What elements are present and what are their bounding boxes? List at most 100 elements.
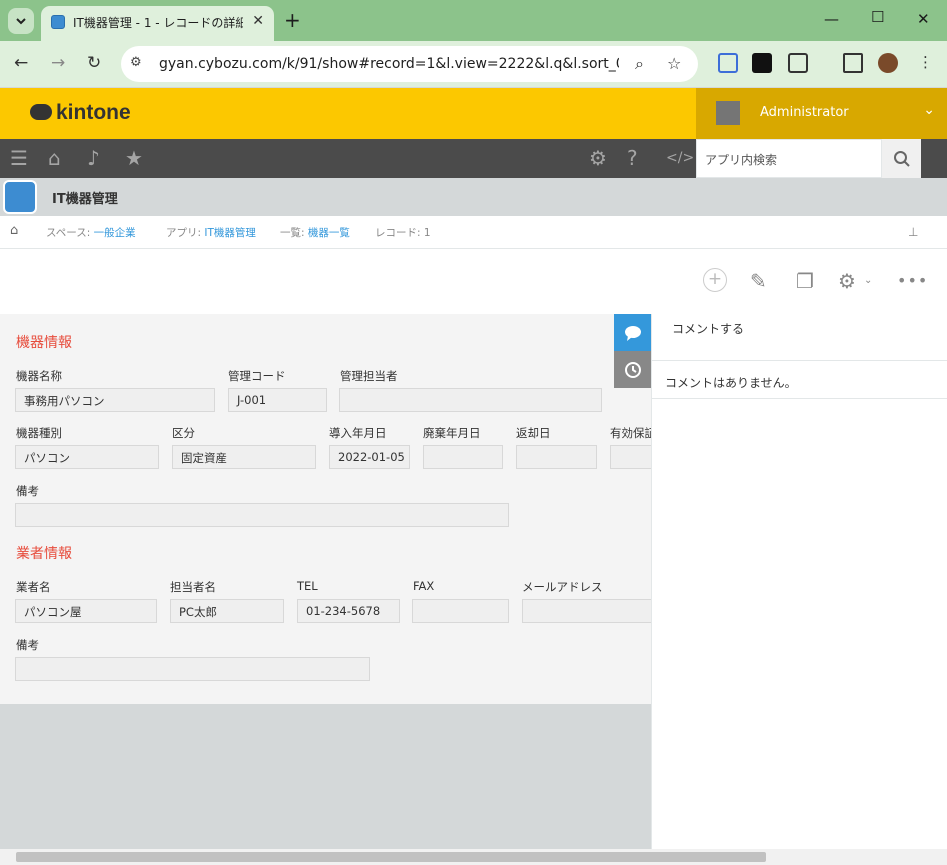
comments-tab-button[interactable]	[614, 314, 651, 351]
extensions-puzzle-icon[interactable]	[788, 53, 808, 73]
tab-bar: IT機器管理 - 1 - レコードの詳細 ✕ + — ☐ ✕	[0, 0, 947, 41]
device-name-label: 機器名称	[16, 369, 62, 383]
fax-field	[412, 599, 509, 623]
reload-icon[interactable]: ↻	[87, 53, 101, 73]
home-icon[interactable]: ⌂	[48, 147, 61, 169]
note2-field	[15, 657, 370, 681]
minimize-icon[interactable]: —	[824, 10, 839, 28]
tab-favicon	[51, 15, 65, 29]
chevron-down-icon: ⌄	[923, 102, 935, 118]
note2-label: 備考	[16, 638, 39, 652]
window-close-icon[interactable]: ✕	[917, 10, 930, 28]
device-name-field: 事務用パソコン	[15, 388, 215, 412]
extension-translate-icon[interactable]	[718, 53, 738, 73]
record-form: 機器情報 機器名称 事務用パソコン 管理コード J-001 管理担当者 機器種別…	[0, 314, 651, 704]
user-avatar	[716, 101, 740, 125]
tab-search-button[interactable]	[8, 8, 34, 34]
back-icon[interactable]: ←	[14, 53, 28, 73]
app-header: IT機器管理	[0, 178, 947, 216]
divider	[652, 360, 947, 361]
url-text[interactable]: gyan.cybozu.com/k/91/show#record=1&l.vie…	[159, 56, 619, 72]
intro-date-label: 導入年月日	[329, 426, 387, 440]
app-title[interactable]: IT機器管理	[52, 188, 118, 207]
section-equipment-title: 機器情報	[16, 335, 72, 351]
browser-tab[interactable]: IT機器管理 - 1 - レコードの詳細 ✕	[41, 6, 274, 41]
profile-avatar[interactable]	[878, 53, 898, 73]
edit-icon[interactable]: ✎	[750, 269, 767, 293]
omnibox[interactable]: ⚙ gyan.cybozu.com/k/91/show#record=1&l.v…	[121, 46, 698, 82]
breadcrumb-app-prefix: アプリ:	[166, 227, 205, 239]
zoom-icon[interactable]: ⌕	[635, 54, 644, 74]
contact-name-field: PC太郎	[170, 599, 284, 623]
pin-icon[interactable]: ⊥	[908, 225, 918, 239]
horizontal-scrollbar[interactable]	[0, 849, 947, 865]
search-button[interactable]	[882, 139, 921, 178]
add-record-icon[interactable]: +	[703, 268, 727, 292]
history-tab-button[interactable]	[614, 351, 651, 388]
logo-text: kintone	[56, 101, 131, 124]
tel-label: TEL	[297, 579, 318, 593]
breadcrumb: ⌂ スペース: 一般企業 アプリ: IT機器管理 一覧: 機器一覧 レコード: …	[0, 216, 947, 249]
address-toolbar: ← → ↻ ⚙ gyan.cybozu.com/k/91/show#record…	[0, 41, 947, 87]
contact-name-label: 担当者名	[170, 580, 216, 594]
category-label: 区分	[172, 426, 195, 440]
section-vendor-title: 業者情報	[16, 546, 72, 562]
comment-input[interactable]: コメントする	[672, 320, 744, 337]
intro-date-field: 2022-01-05	[329, 445, 410, 469]
home-icon[interactable]: ⌂	[10, 223, 18, 238]
duplicate-icon[interactable]: ❐	[796, 269, 814, 293]
comment-bubble-icon	[624, 325, 641, 341]
help-icon[interactable]: ?	[627, 147, 638, 169]
email-field	[522, 599, 651, 623]
mgmt-code-field: J-001	[228, 388, 327, 412]
menu-icon[interactable]: ☰	[10, 147, 28, 169]
app-search-input[interactable]: アプリ内検索	[696, 139, 882, 178]
cloud-icon	[30, 104, 52, 120]
breadcrumb-app[interactable]: アプリ: IT機器管理	[166, 225, 256, 240]
return-date-field	[516, 445, 597, 469]
warranty-label: 有効保証	[610, 426, 651, 440]
side-panel-icon[interactable]	[843, 53, 863, 73]
user-menu[interactable]: Administrator ⌄	[696, 88, 947, 139]
divider	[652, 398, 947, 399]
device-type-label: 機器種別	[16, 426, 62, 440]
breadcrumb-space-link[interactable]: 一般企業	[94, 227, 136, 239]
fax-label: FAX	[413, 579, 435, 593]
breadcrumb-app-link[interactable]: IT機器管理	[204, 227, 256, 239]
app-icon[interactable]	[3, 180, 37, 214]
breadcrumb-list[interactable]: 一覧: 機器一覧	[280, 225, 350, 240]
settings-gear-icon[interactable]: ⚙	[838, 269, 856, 293]
close-icon[interactable]: ✕	[252, 13, 264, 29]
vendor-name-field: パソコン屋	[15, 599, 157, 623]
bookmark-star-icon[interactable]: ☆	[667, 54, 681, 73]
code-icon[interactable]: </>	[666, 147, 694, 169]
extension-code-icon[interactable]	[752, 53, 772, 73]
breadcrumb-space[interactable]: スペース: 一般企業	[46, 225, 136, 240]
maximize-icon[interactable]: ☐	[871, 8, 884, 26]
manager-label: 管理担当者	[340, 369, 398, 383]
site-info-icon[interactable]: ⚙	[130, 55, 148, 73]
browser-menu-icon[interactable]: ⋮	[918, 53, 933, 71]
chevron-down-icon	[16, 18, 26, 25]
email-label: メールアドレス	[522, 580, 603, 594]
more-options-icon[interactable]: •••	[897, 271, 928, 290]
scrollbar-thumb[interactable]	[16, 852, 766, 862]
category-field: 固定資産	[172, 445, 316, 469]
tab-title: IT機器管理 - 1 - レコードの詳細	[73, 16, 243, 30]
forward-icon[interactable]: →	[51, 53, 65, 73]
star-icon[interactable]: ★	[125, 147, 143, 169]
kintone-logo[interactable]: kintone	[30, 101, 131, 125]
history-icon	[624, 361, 641, 378]
kintone-header: kintone Administrator ⌄	[0, 88, 947, 139]
gear-icon[interactable]: ⚙	[589, 147, 607, 169]
device-type-field: パソコン	[15, 445, 159, 469]
kintone-navbar: ☰ ⌂ ♪ ★ ⚙ ? </> アプリ内検索	[0, 139, 947, 178]
browser-window: IT機器管理 - 1 - レコードの詳細 ✕ + — ☐ ✕ ← → ↻ ⚙ g…	[0, 0, 947, 865]
warranty-field	[610, 445, 651, 469]
vendor-name-label: 業者名	[16, 580, 51, 594]
bell-icon[interactable]: ♪	[87, 147, 100, 169]
breadcrumb-list-link[interactable]: 機器一覧	[308, 227, 350, 239]
tel-field: 01-234-5678	[297, 599, 400, 623]
note1-label: 備考	[16, 484, 39, 498]
new-tab-button[interactable]: +	[284, 10, 301, 30]
